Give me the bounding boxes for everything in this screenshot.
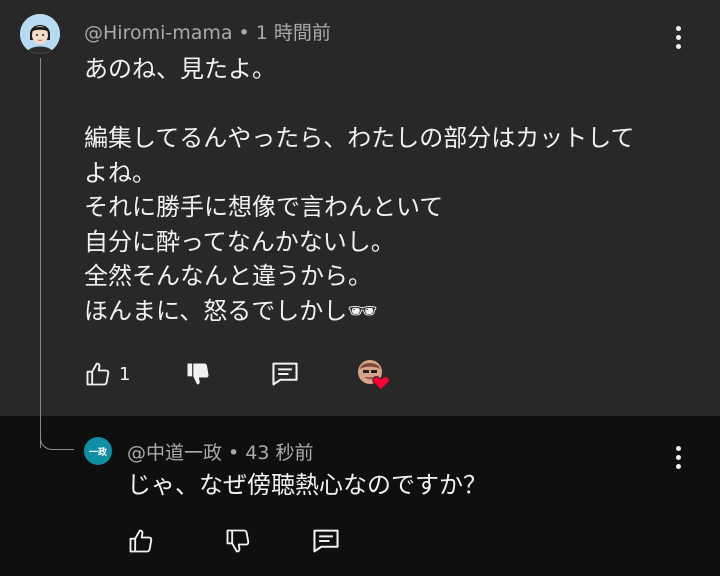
comment-meta: @Hiromi-mama • 1 時間前 bbox=[84, 18, 331, 45]
comment-line: ほんまに、怒るでしかし🕶 bbox=[84, 296, 378, 325]
comment-line: よね。 bbox=[84, 158, 156, 187]
thumbs-down-icon[interactable] bbox=[224, 527, 252, 555]
meta-separator: • bbox=[228, 442, 240, 464]
thread-line bbox=[40, 58, 41, 448]
comment-line: 編集してるんやったら、わたしの部分はカットして bbox=[84, 124, 635, 152]
timestamp: 1 時間前 bbox=[255, 22, 331, 44]
comment-line: 全然そんなんと違うから。 bbox=[84, 262, 372, 290]
comment-line: 自分に酔ってなんかないし。 bbox=[84, 227, 395, 256]
author-name[interactable]: @Hiromi-mama bbox=[84, 22, 233, 44]
reply-timestamp: 43 秒前 bbox=[245, 442, 314, 464]
thumbs-down-filled-icon[interactable] bbox=[184, 360, 212, 388]
thread-connector bbox=[40, 426, 74, 450]
thumbs-up-icon[interactable] bbox=[84, 360, 112, 388]
avatar[interactable] bbox=[20, 14, 60, 54]
thumbs-up-icon[interactable] bbox=[127, 527, 155, 555]
meta-separator: • bbox=[238, 22, 250, 44]
comment-line: それに勝手に想像で言わんといて bbox=[84, 193, 444, 221]
reply-avatar[interactable]: 一政 bbox=[84, 437, 112, 465]
reply-meta: @中道一政 • 43 秒前 bbox=[127, 438, 313, 465]
more-vertical-icon[interactable] bbox=[675, 26, 681, 49]
comment-line-blank bbox=[84, 87, 684, 122]
reply-comment-icon[interactable] bbox=[270, 360, 300, 388]
like-count: 1 bbox=[119, 364, 131, 385]
reply-author-name[interactable]: @中道一政 bbox=[127, 442, 222, 464]
avatar-illustration bbox=[20, 14, 60, 54]
creator-heart-icon[interactable] bbox=[356, 358, 392, 392]
reply-text: じゃ、なぜ傍聴熱心なのですか？ bbox=[127, 471, 487, 499]
more-vertical-icon[interactable] bbox=[675, 446, 681, 469]
comment-text: あのね、見たよ。 編集してるんやったら、わたしの部分はカットして よね。 それに… bbox=[84, 52, 684, 328]
comment-line: あのね、見たよ。 bbox=[84, 55, 276, 83]
reply-comment-icon[interactable] bbox=[311, 527, 341, 555]
reply-avatar-text: 一政 bbox=[88, 447, 107, 458]
